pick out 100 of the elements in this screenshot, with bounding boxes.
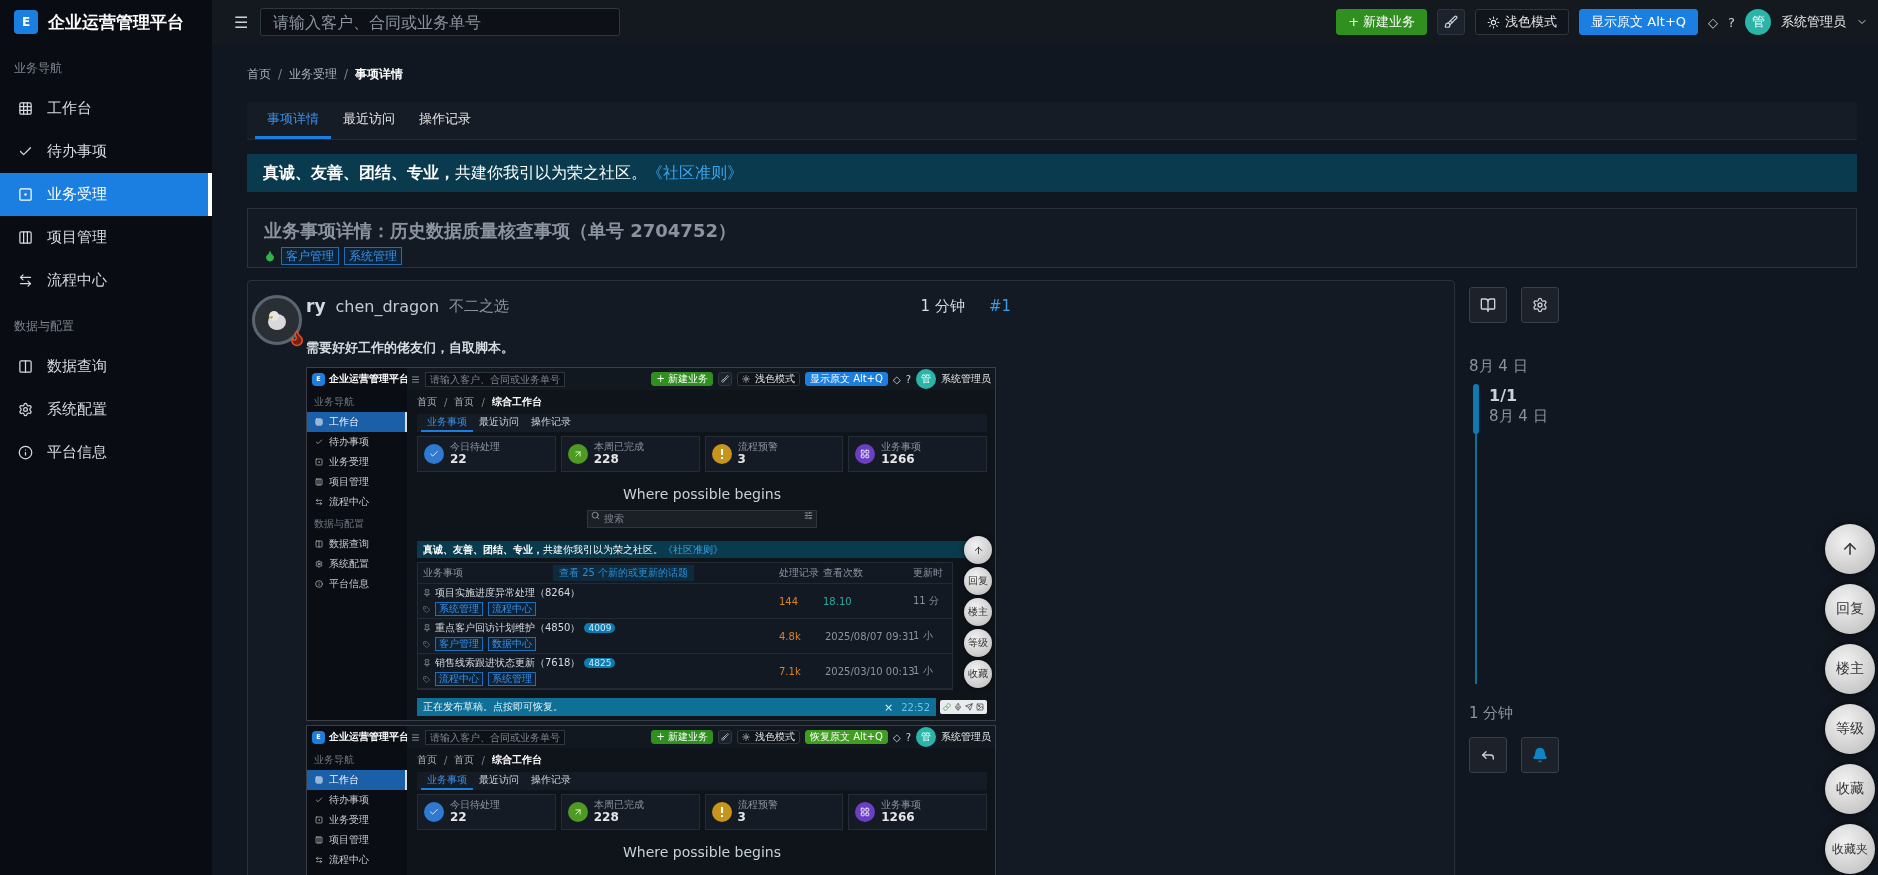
float-button[interactable]: 楼主 <box>964 598 992 626</box>
tab[interactable]: 操作记录 <box>525 414 577 432</box>
sidebar-item[interactable]: 流程中心 <box>307 492 407 512</box>
float-button[interactable]: 等级 <box>964 629 992 657</box>
sidebar-item[interactable]: 流程中心 <box>0 259 212 302</box>
float-button[interactable]: 收藏 <box>1825 764 1875 814</box>
sidebar-item[interactable]: 项目管理 <box>307 472 407 492</box>
draft-bar[interactable]: 正在发布草稿。点按即可恢复。 × 22:52 <box>417 698 936 716</box>
toolbar-symbol[interactable]: ? <box>905 373 911 385</box>
toolbar-symbol[interactable]: ◇ <box>893 731 901 743</box>
table-row[interactable]: 重点客户回访计划维护（4850） 4009 客户管理 数据中心 4.8k 2025/08/07 09:311 小 <box>418 619 952 654</box>
action-button[interactable]: + 新建业务 <box>651 372 713 386</box>
reply-button[interactable] <box>1469 737 1507 773</box>
tab[interactable]: 操作记录 <box>407 102 483 139</box>
tab[interactable]: 事项详情 <box>255 102 331 139</box>
tab[interactable]: 操作记录 <box>525 772 577 790</box>
search-field[interactable]: 请输入客户、合同或业务单号 <box>260 8 621 36</box>
breadcrumb-link[interactable]: 首页 <box>417 395 437 409</box>
breadcrumb-link[interactable]: 业务受理 <box>289 65 338 83</box>
tag[interactable]: 客户管理 <box>435 637 483 651</box>
settings-button[interactable] <box>1521 287 1559 323</box>
table-row[interactable]: 销售线索跟进状态更新（7618） 4825 流程中心 系统管理 7.1k 2025/03/10 00:131 小 <box>418 654 952 689</box>
action-button[interactable]: + 新建业务 <box>1336 9 1428 35</box>
user-handle[interactable]: chen_dragon <box>335 296 439 316</box>
brush-button[interactable] <box>718 730 732 744</box>
brush-button[interactable] <box>1437 9 1466 35</box>
sidebar-item[interactable]: 项目管理 <box>307 830 407 850</box>
topic-title[interactable]: 重点客户回访计划维护（4850） <box>435 621 581 635</box>
toolbar-symbol[interactable]: ◇ <box>1708 14 1719 30</box>
tab[interactable]: 最近访问 <box>473 772 525 790</box>
float-button[interactable]: 楼主 <box>1825 644 1875 694</box>
float-button[interactable]: 等级 <box>1825 704 1875 754</box>
brush-button[interactable] <box>718 372 732 386</box>
action-button[interactable]: 显示原文 Alt+Q <box>1579 9 1699 35</box>
user-name[interactable]: 系统管理员 <box>941 730 991 744</box>
filter-icon[interactable] <box>804 511 813 520</box>
scroll-top-button[interactable] <box>1825 524 1875 574</box>
sidebar-item[interactable]: 数据查询 <box>0 345 212 388</box>
sidebar-item[interactable]: 工作台 <box>0 87 212 130</box>
tab[interactable]: 最近访问 <box>473 414 525 432</box>
breadcrumb-link[interactable]: 首页 <box>417 753 437 767</box>
theme-button[interactable]: 浅色模式 <box>1475 9 1570 35</box>
theme-button[interactable]: 浅色模式 <box>737 372 800 386</box>
guidelines-link[interactable]: 《社区准则》 <box>647 162 743 184</box>
sidebar-item[interactable]: 平台信息 <box>0 431 212 474</box>
close-button[interactable]: × <box>883 700 894 714</box>
mic-icon[interactable] <box>954 703 962 711</box>
sidebar-item[interactable]: 工作台 <box>307 412 407 432</box>
tab[interactable]: 最近访问 <box>331 102 407 139</box>
tag[interactable]: 流程中心 <box>435 672 483 686</box>
sidebar-item[interactable]: 系统配置 <box>0 388 212 431</box>
float-button[interactable]: 回复 <box>1825 584 1875 634</box>
float-button[interactable]: 回复 <box>964 567 992 595</box>
tab[interactable]: 业务事项 <box>421 414 473 432</box>
sidebar-item[interactable]: 数据查询 <box>307 534 407 554</box>
tag[interactable]: 数据中心 <box>488 637 536 651</box>
theme-button[interactable]: 浅色模式 <box>737 730 800 744</box>
sidebar-item[interactable]: 待办事项 <box>0 130 212 173</box>
user-name[interactable]: 系统管理员 <box>1781 13 1846 31</box>
sidebar-item[interactable]: 业务受理 <box>307 452 407 472</box>
image-icon[interactable] <box>976 703 984 711</box>
sidebar-item[interactable]: 业务受理 <box>0 173 212 216</box>
search-field[interactable]: 搜索 <box>587 509 817 528</box>
sidebar-item[interactable]: 项目管理 <box>0 216 212 259</box>
menu-button[interactable]: ☰ <box>232 10 251 34</box>
action-button[interactable]: + 新建业务 <box>651 730 713 744</box>
tab[interactable]: 业务事项 <box>421 772 473 790</box>
breadcrumb-link[interactable]: 首页 <box>454 395 475 409</box>
sidebar-item[interactable]: 待办事项 <box>307 432 407 452</box>
user-name[interactable]: 系统管理员 <box>941 372 991 386</box>
post-number-link[interactable]: #1 <box>988 297 1011 315</box>
breadcrumb-link[interactable]: 首页 <box>454 753 475 767</box>
sidebar-item[interactable]: 待办事项 <box>307 790 407 810</box>
table-row[interactable]: 项目实施进度异常处理（8264） 系统管理 流程中心 144 18.10 11 分 <box>418 584 952 619</box>
notification-button[interactable] <box>1521 737 1559 773</box>
tag[interactable]: 流程中心 <box>488 602 536 616</box>
topic-title[interactable]: 项目实施进度异常处理（8264） <box>435 586 581 600</box>
menu-icon[interactable] <box>411 732 420 742</box>
sidebar-item[interactable]: 系统配置 <box>307 554 407 574</box>
toolbar-symbol[interactable]: ? <box>1728 14 1735 30</box>
sidebar-item[interactable]: 工作台 <box>307 770 407 790</box>
breadcrumb-link[interactable]: 综合工作台 <box>491 753 542 767</box>
menu-icon[interactable] <box>411 374 420 384</box>
tag[interactable]: 系统管理 <box>488 672 536 686</box>
tag[interactable]: 系统管理 <box>435 602 483 616</box>
username[interactable]: ry <box>306 296 326 316</box>
book-button[interactable] <box>1469 287 1507 323</box>
send-icon[interactable] <box>965 703 973 711</box>
search-field[interactable]: 请输入客户、合同或业务单号 <box>425 371 565 387</box>
tag[interactable]: 客户管理 <box>281 247 339 266</box>
breadcrumb-link[interactable]: 首页 <box>247 65 271 83</box>
sidebar-item[interactable]: 平台信息 <box>307 574 407 594</box>
new-topics-link[interactable]: 查看 25 个新的或更新的话题 <box>553 565 695 581</box>
guidelines-link[interactable]: 《社区准则》 <box>663 542 723 557</box>
float-button[interactable]: 收藏夹 <box>1825 824 1875 874</box>
timeline-handle[interactable] <box>1473 384 1479 434</box>
scroll-top-button[interactable] <box>964 536 992 564</box>
toolbar-symbol[interactable]: ? <box>905 731 911 743</box>
user-avatar[interactable] <box>252 295 302 345</box>
breadcrumb-link[interactable]: 事项详情 <box>355 65 404 83</box>
